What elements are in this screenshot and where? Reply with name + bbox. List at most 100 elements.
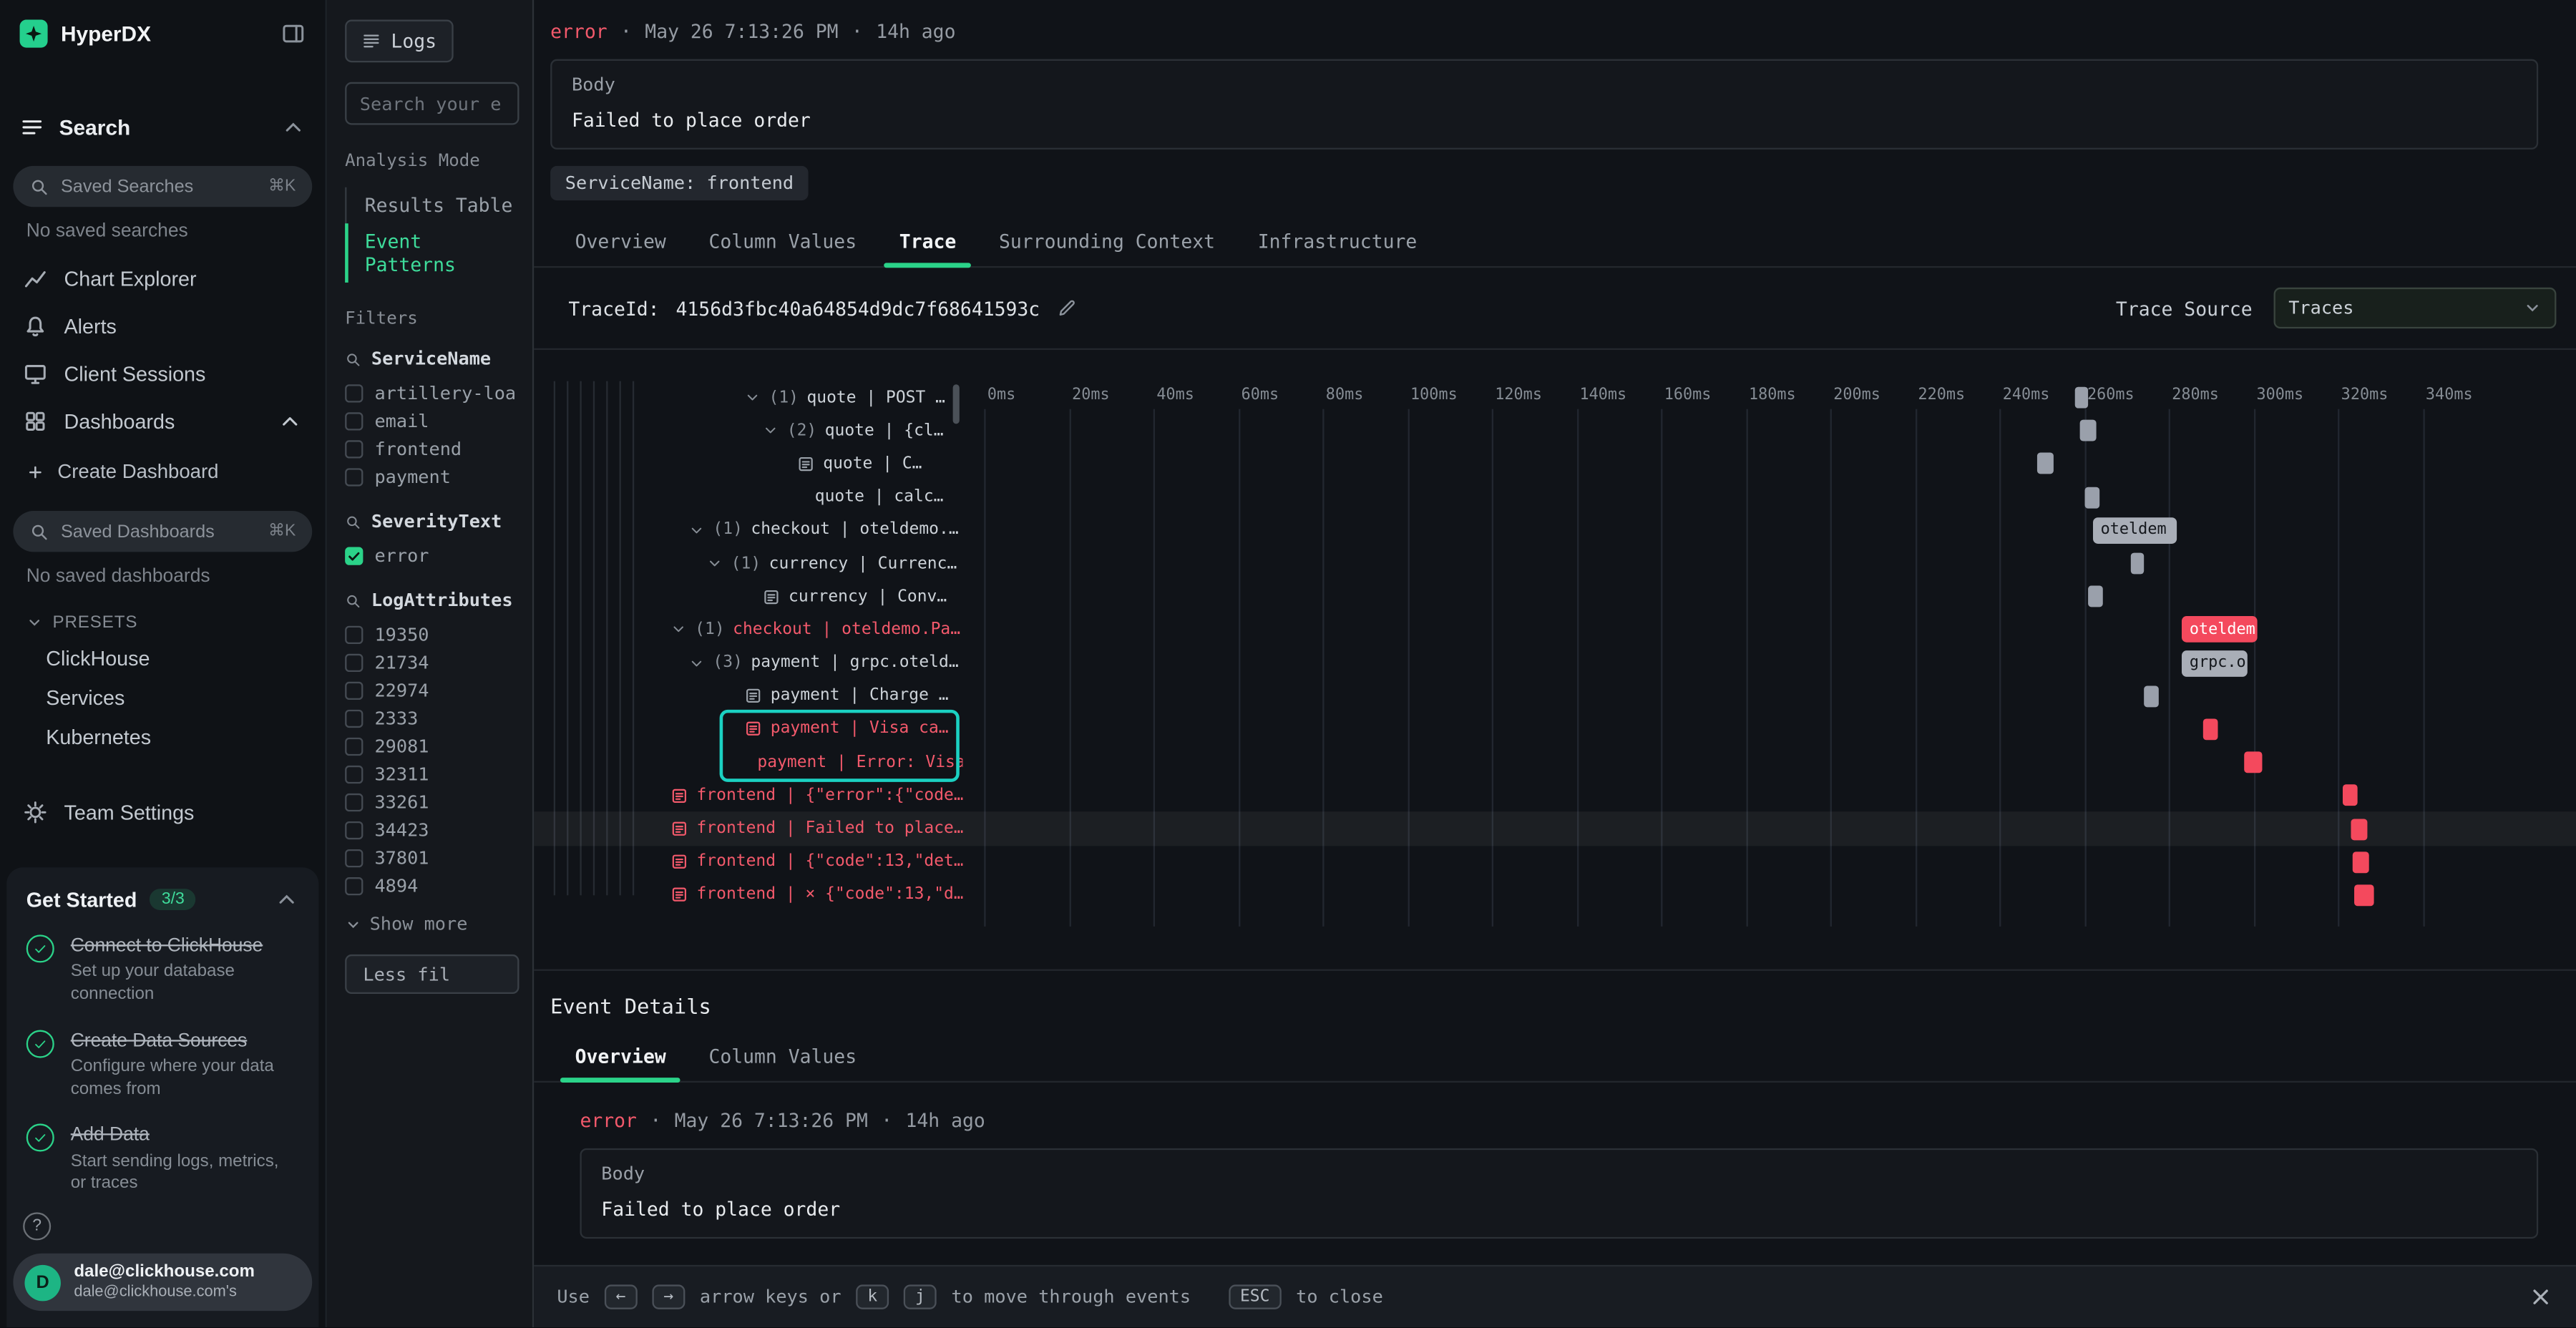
team-settings-button[interactable]: Team Settings <box>0 787 326 838</box>
chevron-down-icon[interactable] <box>670 622 687 638</box>
chevron-up-icon[interactable] <box>274 887 298 912</box>
checkbox[interactable] <box>345 710 363 728</box>
filter-option-artillery-loa[interactable]: artillery-loa <box>345 379 532 407</box>
saved-dashboards-input[interactable]: Saved Dashboards ⌘K <box>13 511 312 552</box>
user-menu[interactable]: D dale@clickhouse.com dale@clickhouse.co… <box>13 1254 312 1311</box>
filter-option-19350[interactable]: 19350 <box>345 621 532 649</box>
filter-group-logattributes[interactable]: LogAttributes <box>345 590 532 611</box>
span-bar[interactable] <box>2079 420 2097 441</box>
span-bar[interactable]: grpc.o <box>2181 650 2247 676</box>
trace-span-row[interactable]: payment | Charge … <box>534 680 2576 713</box>
sidebar-section-search[interactable]: Search <box>0 102 326 152</box>
filter-option-32311[interactable]: 32311 <box>345 761 532 788</box>
preset-kubernetes[interactable]: Kubernetes <box>0 718 326 757</box>
trace-span-row[interactable]: quote | C… <box>534 447 2576 480</box>
checkbox[interactable] <box>345 794 363 811</box>
trace-span-row[interactable]: quote | calc… <box>534 481 2576 514</box>
filter-option-33261[interactable]: 33261 <box>345 788 532 816</box>
checkbox[interactable] <box>345 440 363 458</box>
create-dashboard-button[interactable]: Create Dashboard <box>0 445 326 497</box>
filter-option-4894[interactable]: 4894 <box>345 872 532 900</box>
mode-results-table[interactable]: Results Table <box>345 187 532 224</box>
trace-span-row[interactable]: frontend | × {"code":13,"d… <box>534 879 2576 912</box>
get-started-step[interactable]: Connect to ClickHouseSet up your databas… <box>26 934 299 1006</box>
sidebar-item-chart-explorer[interactable]: Chart Explorer <box>0 255 326 303</box>
search-input[interactable] <box>345 82 519 125</box>
show-more-button[interactable]: Show more <box>345 914 532 935</box>
trace-span-row[interactable]: (1)checkout | oteldemo.…oteldem <box>534 514 2576 547</box>
filter-option-error[interactable]: error <box>345 542 532 570</box>
filter-option-frontend[interactable]: frontend <box>345 435 532 463</box>
trace-span-row[interactable]: frontend | {"error":{"code… <box>534 779 2576 812</box>
checkbox[interactable] <box>345 412 363 430</box>
span-bar[interactable] <box>2353 851 2370 873</box>
checkbox[interactable] <box>345 849 363 867</box>
trace-span-row[interactable]: (3)payment | grpc.oteld…grpc.o <box>534 646 2576 679</box>
checkbox[interactable] <box>345 877 363 895</box>
service-name-tag[interactable]: ServiceName: frontend <box>550 166 809 200</box>
span-bar[interactable] <box>2351 818 2368 839</box>
chevron-up-icon[interactable] <box>281 115 306 140</box>
filter-group-servicename[interactable]: ServiceName <box>345 348 532 370</box>
get-started-step[interactable]: Add DataStart sending logs, metrics, or … <box>26 1124 299 1196</box>
span-bar[interactable] <box>2076 387 2089 409</box>
chevron-down-icon[interactable] <box>762 423 779 439</box>
sidebar-item-client-sessions[interactable]: Client Sessions <box>0 350 326 398</box>
span-bar[interactable]: oteldem <box>2181 617 2257 643</box>
span-bar[interactable] <box>2202 718 2218 740</box>
checkbox[interactable] <box>345 738 363 756</box>
chevron-down-icon[interactable] <box>688 655 705 671</box>
span-bar[interactable] <box>2143 685 2158 707</box>
chevron-down-icon[interactable] <box>706 555 723 572</box>
span-bar[interactable]: oteldem <box>2092 517 2177 544</box>
preset-services[interactable]: Services <box>0 678 326 718</box>
span-bar[interactable] <box>2037 454 2054 475</box>
filter-option-37801[interactable]: 37801 <box>345 844 532 872</box>
filter-group-severitytext[interactable]: SeverityText <box>345 511 532 532</box>
trace-span-row[interactable]: (1)currency | Currenc… <box>534 547 2576 580</box>
tab-overview[interactable]: Overview <box>554 217 688 266</box>
chevron-down-icon[interactable] <box>744 389 761 406</box>
span-bar[interactable] <box>2355 884 2374 906</box>
sidebar-item-dashboards[interactable]: Dashboards <box>0 398 326 446</box>
trace-span-row[interactable]: (2)quote | {cl… <box>534 414 2576 447</box>
trace-span-row[interactable]: frontend | Failed to place… <box>534 812 2576 845</box>
span-bar[interactable] <box>2130 553 2143 575</box>
filter-option-34423[interactable]: 34423 <box>345 816 532 844</box>
trace-span-row[interactable]: currency | Conv… <box>534 580 2576 613</box>
saved-searches-input[interactable]: Saved Searches ⌘K <box>13 166 312 207</box>
checkbox[interactable] <box>345 682 363 700</box>
tab-trace[interactable]: Trace <box>878 217 977 266</box>
checkbox[interactable] <box>345 384 363 402</box>
checkbox[interactable] <box>345 468 363 486</box>
trace-span-row[interactable]: (1)quote | POST … <box>534 381 2576 414</box>
presets-toggle[interactable]: PRESETS <box>0 600 326 639</box>
tab-infrastructure[interactable]: Infrastructure <box>1236 217 1438 266</box>
filter-option-29081[interactable]: 29081 <box>345 733 532 761</box>
sidebar-item-alerts[interactable]: Alerts <box>0 302 326 350</box>
source-select-button[interactable]: Logs <box>345 20 453 63</box>
tab-surrounding-context[interactable]: Surrounding Context <box>977 217 1236 266</box>
edit-icon[interactable] <box>1056 298 1078 319</box>
filter-option-22974[interactable]: 22974 <box>345 677 532 705</box>
get-started-step[interactable]: Create Data SourcesConfigure where your … <box>26 1030 299 1101</box>
span-bar[interactable] <box>2342 785 2357 806</box>
trace-span-row[interactable]: payment | Error: Visa… <box>534 746 2576 778</box>
filter-option-payment[interactable]: payment <box>345 463 532 491</box>
scrollbar-thumb[interactable] <box>953 384 960 424</box>
checkbox[interactable] <box>345 626 363 644</box>
collapse-sidebar-icon[interactable] <box>281 21 306 45</box>
tab-column-values[interactable]: Column Values <box>688 217 878 266</box>
trace-span-row[interactable]: (1)checkout | oteldemo.Pa…oteldem <box>534 613 2576 646</box>
filter-option-21734[interactable]: 21734 <box>345 649 532 677</box>
tab-overview[interactable]: Overview <box>554 1032 688 1081</box>
less-filters-button[interactable]: Less fil <box>345 954 519 994</box>
span-bar[interactable] <box>2088 586 2103 607</box>
trace-span-row[interactable]: payment | Visa ca… <box>534 713 2576 746</box>
mode-event-patterns[interactable]: Event Patterns <box>345 223 532 283</box>
span-bar[interactable] <box>2245 752 2262 773</box>
checkbox[interactable] <box>345 654 363 672</box>
checkbox[interactable] <box>345 766 363 783</box>
checkbox[interactable] <box>345 821 363 839</box>
close-icon[interactable] <box>2528 1284 2552 1309</box>
